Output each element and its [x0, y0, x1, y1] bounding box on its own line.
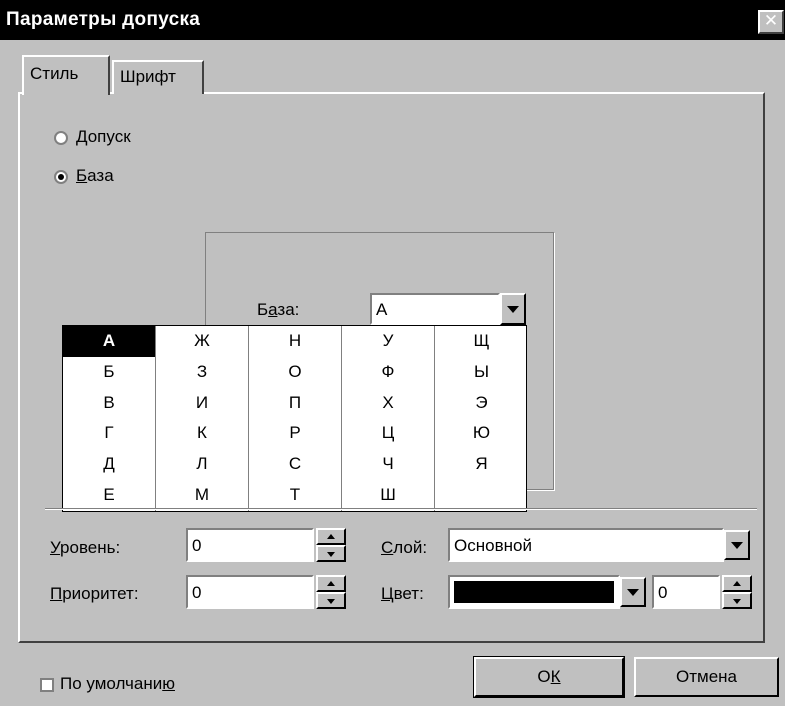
grid-cell[interactable]: В	[63, 388, 155, 419]
base-label: База:	[257, 300, 300, 319]
tab-font-label: Шрифт	[120, 67, 176, 86]
arrow-up-icon	[733, 580, 741, 586]
tab-style-label: Стиль	[30, 64, 79, 83]
dialog-title-bar[interactable]: Параметры допуска ✕	[0, 0, 785, 40]
color-swatch	[454, 581, 614, 603]
grid-cell[interactable]: Н	[249, 326, 341, 357]
close-icon: ✕	[763, 11, 779, 30]
grid-cell[interactable]: Х	[342, 388, 434, 419]
level-down-button[interactable]	[316, 545, 346, 562]
grid-cell[interactable]	[435, 480, 528, 511]
grid-cell[interactable]: З	[156, 357, 248, 388]
tab-font[interactable]: Шрифт	[112, 60, 204, 94]
tab-style[interactable]: Стиль	[22, 55, 110, 95]
grid-column-1: А Б В Г Д Е	[63, 326, 156, 511]
priority-stepper[interactable]	[316, 575, 346, 609]
color-dropdown-button[interactable]	[620, 577, 646, 607]
grid-cell[interactable]: Б	[63, 357, 155, 388]
grid-cell[interactable]: Г	[63, 418, 155, 449]
grid-cell[interactable]: Ы	[435, 357, 528, 388]
layer-label: Слой:	[381, 538, 428, 557]
level-label: Уровень:	[50, 538, 121, 557]
grid-cell[interactable]: А	[63, 326, 155, 357]
close-button[interactable]: ✕	[758, 10, 784, 34]
grid-cell[interactable]: П	[249, 388, 341, 419]
base-combo-button[interactable]	[500, 293, 526, 325]
chevron-down-icon	[627, 589, 639, 596]
grid-column-3: Н О П Р С Т	[249, 326, 342, 511]
grid-column-5: Щ Ы Э Ю Я	[435, 326, 528, 511]
color-select[interactable]	[448, 575, 620, 609]
color-index-down-button[interactable]	[722, 592, 752, 609]
chevron-down-icon	[507, 306, 519, 313]
dialog-title: Параметры допуска	[6, 9, 201, 30]
grid-cell[interactable]: Щ	[435, 326, 528, 357]
cancel-button-label: Отмена	[676, 667, 737, 686]
grid-cell[interactable]: Е	[63, 480, 155, 511]
level-value: 0	[192, 536, 202, 555]
grid-cell[interactable]: Ч	[342, 449, 434, 480]
arrow-down-icon	[327, 551, 335, 557]
layer-value: Основной	[454, 536, 532, 555]
level-input[interactable]: 0	[186, 528, 314, 562]
color-index-up-button[interactable]	[722, 575, 752, 592]
grid-cell[interactable]: Т	[249, 480, 341, 511]
arrow-down-icon	[733, 598, 741, 604]
chevron-down-icon	[731, 542, 743, 549]
grid-cell[interactable]: Ш	[342, 480, 434, 511]
level-stepper[interactable]	[316, 528, 346, 562]
grid-cell[interactable]: Э	[435, 388, 528, 419]
arrow-up-icon	[327, 580, 335, 586]
grid-column-4: У Ф Х Ц Ч Ш	[342, 326, 435, 511]
priority-down-button[interactable]	[316, 592, 346, 609]
color-label: Цвет:	[381, 584, 424, 603]
grid-cell[interactable]: Д	[63, 449, 155, 480]
default-checkbox-label[interactable]: По умолчанию	[60, 674, 175, 694]
layer-select[interactable]: Основной	[448, 528, 724, 562]
radio-base[interactable]	[54, 170, 68, 184]
radio-base-label[interactable]: База	[76, 166, 114, 186]
grid-cell[interactable]: К	[156, 418, 248, 449]
grid-cell[interactable]: Р	[249, 418, 341, 449]
color-index-stepper[interactable]	[722, 575, 752, 609]
priority-input[interactable]: 0	[186, 575, 314, 609]
base-combo-input[interactable]: А	[370, 293, 500, 325]
radio-tolerance-label[interactable]: Допуск	[76, 127, 131, 147]
grid-cell[interactable]: Ф	[342, 357, 434, 388]
grid-cell[interactable]: Я	[435, 449, 528, 480]
default-checkbox[interactable]	[40, 678, 54, 692]
color-index-input[interactable]: 0	[652, 575, 720, 609]
priority-label: Приоритет:	[50, 584, 139, 603]
ok-button-label: ОК	[537, 667, 561, 686]
grid-cell[interactable]: И	[156, 388, 248, 419]
ok-button[interactable]: ОК	[473, 656, 625, 698]
level-up-button[interactable]	[316, 528, 346, 545]
cancel-button[interactable]: Отмена	[634, 657, 779, 697]
grid-cell[interactable]: Л	[156, 449, 248, 480]
grid-cell[interactable]: Ю	[435, 418, 528, 449]
grid-cell[interactable]: У	[342, 326, 434, 357]
layer-dropdown-button[interactable]	[724, 530, 750, 560]
grid-column-2: Ж З И К Л М	[156, 326, 249, 511]
separator-line	[45, 508, 757, 510]
radio-tolerance[interactable]	[54, 131, 68, 145]
base-combo-value: А	[376, 300, 388, 319]
grid-cell[interactable]: М	[156, 480, 248, 511]
grid-cell[interactable]: О	[249, 357, 341, 388]
color-index-value: 0	[658, 583, 668, 602]
arrow-down-icon	[327, 598, 335, 604]
grid-cell[interactable]: Ж	[156, 326, 248, 357]
priority-value: 0	[192, 583, 202, 602]
priority-up-button[interactable]	[316, 575, 346, 592]
arrow-up-icon	[327, 533, 335, 539]
base-dropdown-list[interactable]: А Б В Г Д Е Ж З И К Л М Н О П Р С Т У Ф …	[62, 325, 527, 512]
grid-cell[interactable]: С	[249, 449, 341, 480]
grid-cell[interactable]: Ц	[342, 418, 434, 449]
